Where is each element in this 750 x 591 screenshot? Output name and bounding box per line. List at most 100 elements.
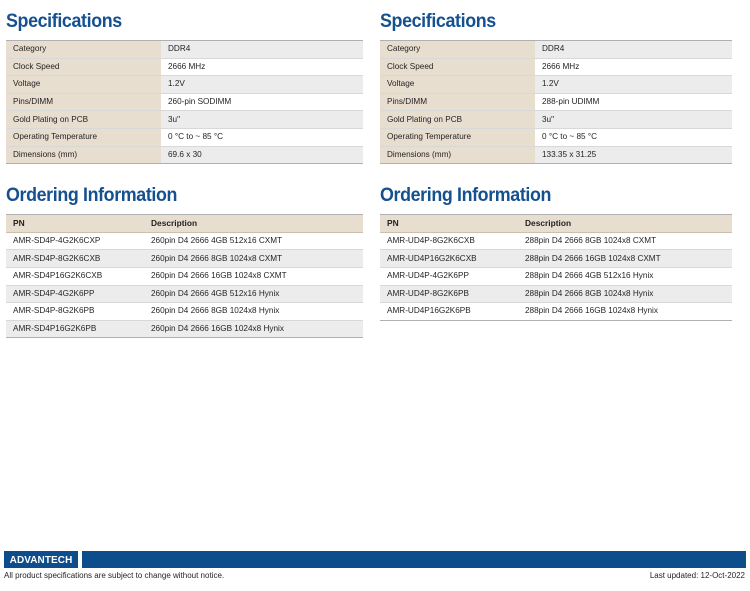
right-column: Specifications Category DDR4 Clock Speed… — [369, 0, 738, 338]
specifications-table-left: Category DDR4 Clock Speed 2666 MHz Volta… — [6, 40, 363, 165]
advantech-logo: ADVANTECH — [4, 551, 78, 568]
spec-value: 3u" — [535, 110, 732, 129]
footer-bar-fill — [82, 551, 746, 568]
left-column: Specifications Category DDR4 Clock Speed… — [0, 0, 369, 339]
order-pn: AMR-UD4P-4G2K6PP — [380, 266, 518, 286]
spec-label: Clock Speed — [380, 57, 535, 77]
order-description: 260pin D4 2666 8GB 1024x8 CXMT — [144, 249, 363, 268]
order-pn: AMR-UD4P-8G2K6PB — [380, 284, 518, 304]
order-pn: AMR-SD4P-4G2K6PP — [6, 284, 144, 304]
two-column-layout: Specifications Category DDR4 Clock Speed… — [0, 0, 750, 339]
table-row: AMR-SD4P-8G2K6CXB 260pin D4 2666 8GB 102… — [6, 249, 363, 268]
table-row: Category DDR4 — [6, 40, 363, 59]
table-row: Operating Temperature 0 °C to ~ 85 °C — [380, 127, 732, 147]
spec-label: Category — [6, 40, 161, 59]
column-header-pn: PN — [6, 214, 144, 233]
order-pn: AMR-UD4P16G2K6CXB — [380, 249, 518, 268]
order-description: 260pin D4 2666 4GB 512x16 Hynix — [144, 284, 363, 304]
order-pn: AMR-SD4P-8G2K6CXB — [6, 249, 144, 268]
order-description: 288pin D4 2666 16GB 1024x8 Hynix — [518, 302, 732, 321]
spec-value: 1.2V — [535, 75, 732, 94]
spec-label: Category — [380, 40, 535, 59]
page-footer: ADVANTECH All product specifications are… — [0, 551, 750, 591]
table-row: AMR-UD4P-8G2K6CXB 288pin D4 2666 8GB 102… — [380, 231, 732, 251]
spec-value: DDR4 — [161, 40, 363, 59]
spec-label: Voltage — [6, 75, 161, 94]
page-title-specifications-right: Specifications — [380, 11, 496, 32]
table-row: AMR-SD4P16G2K6PB 260pin D4 2666 16GB 102… — [6, 319, 363, 339]
spec-value: 0 °C to ~ 85 °C — [535, 127, 732, 147]
spec-label: Operating Temperature — [380, 127, 535, 147]
table-row: Gold Plating on PCB 3u" — [6, 110, 363, 129]
spec-label: Pins/DIMM — [380, 92, 535, 112]
footer-last-updated: Last updated: 12-Oct-2022 — [649, 571, 745, 580]
table-header-row: PN Description — [6, 214, 363, 233]
order-pn: AMR-SD4P16G2K6CXB — [6, 266, 144, 286]
spec-value: 288-pin UDIMM — [535, 92, 732, 112]
datasheet-page: Specifications Category DDR4 Clock Speed… — [0, 0, 750, 591]
order-pn: AMR-SD4P16G2K6PB — [6, 319, 144, 339]
order-description: 288pin D4 2666 16GB 1024x8 CXMT — [518, 249, 732, 268]
table-row: Category DDR4 — [380, 40, 732, 59]
column-header-pn: PN — [380, 214, 518, 233]
table-row: AMR-SD4P-4G2K6CXP 260pin D4 2666 4GB 512… — [6, 231, 363, 251]
ordering-table-left: PN Description AMR-SD4P-4G2K6CXP 260pin … — [6, 214, 363, 339]
spec-label: Pins/DIMM — [6, 92, 161, 112]
spec-value: 69.6 x 30 — [161, 145, 363, 165]
spec-value: 0 °C to ~ 85 °C — [161, 127, 363, 147]
table-row: Dimensions (mm) 69.6 x 30 — [6, 145, 363, 165]
page-title-ordering-right: Ordering Information — [380, 185, 552, 207]
table-row: Pins/DIMM 260-pin SODIMM — [6, 92, 363, 112]
spec-label: Voltage — [380, 75, 535, 94]
spec-label: Gold Plating on PCB — [6, 110, 161, 129]
spec-value: 1.2V — [161, 75, 363, 94]
table-row: AMR-SD4P-4G2K6PP 260pin D4 2666 4GB 512x… — [6, 284, 363, 304]
page-title-ordering-left: Ordering Information — [6, 185, 178, 207]
spec-label: Gold Plating on PCB — [380, 110, 535, 129]
table-row: AMR-UD4P-8G2K6PB 288pin D4 2666 8GB 1024… — [380, 284, 732, 304]
spec-label: Dimensions (mm) — [6, 145, 161, 165]
order-description: 260pin D4 2666 16GB 1024x8 CXMT — [144, 266, 363, 286]
order-description: 260pin D4 2666 4GB 512x16 CXMT — [144, 231, 363, 251]
spec-value: 2666 MHz — [535, 57, 732, 77]
table-row: AMR-UD4P-4G2K6PP 288pin D4 2666 4GB 512x… — [380, 266, 732, 286]
table-row: Voltage 1.2V — [380, 75, 732, 94]
footer-disclaimer: All product specifications are subject t… — [4, 571, 225, 580]
table-header-row: PN Description — [380, 214, 732, 233]
table-row: AMR-SD4P16G2K6CXB 260pin D4 2666 16GB 10… — [6, 266, 363, 286]
advantech-logo-text: ADVANTECH — [9, 553, 73, 566]
table-row: Operating Temperature 0 °C to ~ 85 °C — [6, 127, 363, 147]
spec-label: Clock Speed — [6, 57, 161, 77]
table-row: AMR-UD4P16G2K6CXB 288pin D4 2666 16GB 10… — [380, 249, 732, 268]
ordering-table-right: PN Description AMR-UD4P-8G2K6CXB 288pin … — [380, 214, 732, 321]
spec-value: 133.35 x 31.25 — [535, 145, 732, 165]
order-description: 260pin D4 2666 8GB 1024x8 Hynix — [144, 302, 363, 321]
table-row: AMR-SD4P-8G2K6PB 260pin D4 2666 8GB 1024… — [6, 302, 363, 321]
table-row: Voltage 1.2V — [6, 75, 363, 94]
order-pn: AMR-SD4P-8G2K6PB — [6, 302, 144, 321]
order-description: 288pin D4 2666 8GB 1024x8 CXMT — [518, 231, 732, 251]
order-pn: AMR-UD4P-8G2K6CXB — [380, 231, 518, 251]
table-row: Clock Speed 2666 MHz — [380, 57, 732, 77]
column-header-description: Description — [518, 214, 732, 233]
spec-value: 260-pin SODIMM — [161, 92, 363, 112]
order-description: 260pin D4 2666 16GB 1024x8 Hynix — [144, 319, 363, 339]
order-description: 288pin D4 2666 8GB 1024x8 Hynix — [518, 284, 732, 304]
order-pn: AMR-UD4P16G2K6PB — [380, 302, 518, 321]
footer-bar: ADVANTECH — [0, 551, 750, 568]
table-row: Gold Plating on PCB 3u" — [380, 110, 732, 129]
table-row: AMR-UD4P16G2K6PB 288pin D4 2666 16GB 102… — [380, 302, 732, 321]
spec-value: 3u" — [161, 110, 363, 129]
table-row: Dimensions (mm) 133.35 x 31.25 — [380, 145, 732, 165]
page-title-specifications-left: Specifications — [6, 11, 122, 32]
order-description: 288pin D4 2666 4GB 512x16 Hynix — [518, 266, 732, 286]
column-header-description: Description — [144, 214, 363, 233]
spec-value: 2666 MHz — [161, 57, 363, 77]
order-pn: AMR-SD4P-4G2K6CXP — [6, 231, 144, 251]
specifications-table-right: Category DDR4 Clock Speed 2666 MHz Volta… — [380, 40, 732, 165]
spec-label: Dimensions (mm) — [380, 145, 535, 165]
spec-label: Operating Temperature — [6, 127, 161, 147]
spec-value: DDR4 — [535, 40, 732, 59]
table-row: Clock Speed 2666 MHz — [6, 57, 363, 77]
table-row: Pins/DIMM 288-pin UDIMM — [380, 92, 732, 112]
